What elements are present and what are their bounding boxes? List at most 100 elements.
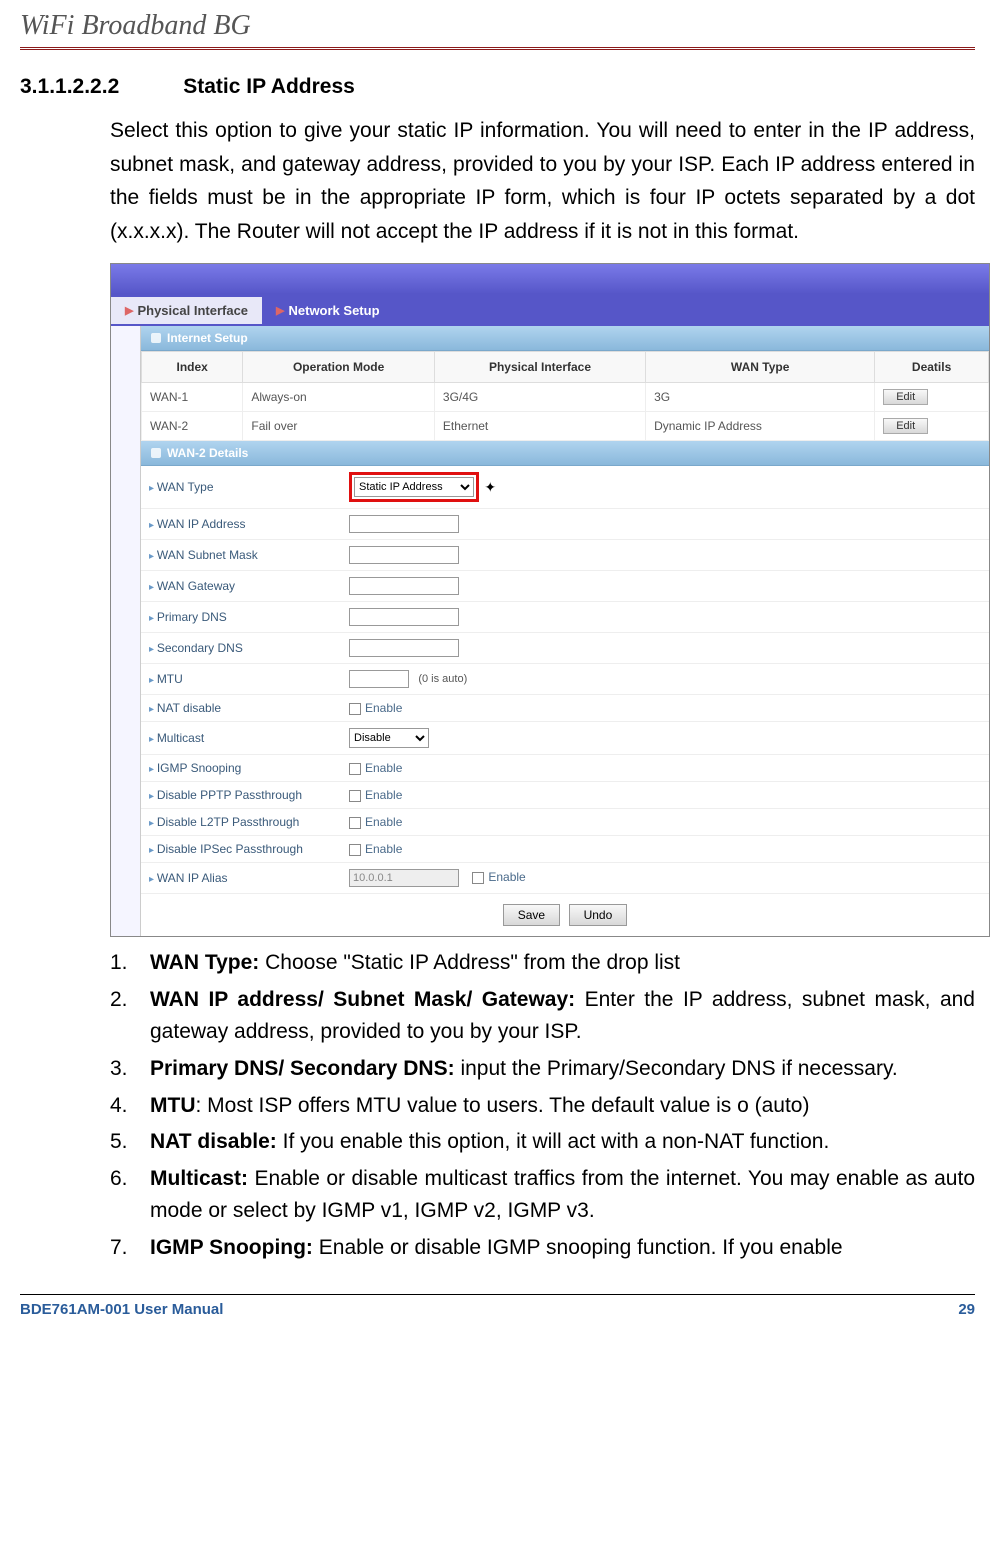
page-header: WiFi Broadband BG bbox=[20, 0, 975, 50]
l2tp-chk-label: Enable bbox=[365, 815, 402, 829]
ipsec-chk-label: Enable bbox=[365, 842, 402, 856]
list-bold: NAT disable: bbox=[150, 1130, 277, 1153]
list-item: 3. Primary DNS/ Secondary DNS: input the… bbox=[110, 1053, 975, 1086]
col-wan-type: WAN Type bbox=[646, 352, 875, 383]
mtu-input[interactable] bbox=[349, 670, 409, 688]
col-phy-interface: Physical Interface bbox=[434, 352, 645, 383]
table-row: WAN-2 Fail over Ethernet Dynamic IP Addr… bbox=[142, 412, 989, 441]
cell-phy: 3G/4G bbox=[434, 383, 645, 412]
field-label-subnet: WAN Subnet Mask bbox=[141, 540, 341, 571]
tab-arrow-icon: ▶ bbox=[276, 304, 284, 317]
header-title: WiFi Broadband BG bbox=[20, 10, 251, 42]
subnet-mask-input[interactable] bbox=[349, 546, 459, 564]
list-text: If you enable this option, it will act w… bbox=[277, 1130, 830, 1153]
list-item: 1. WAN Type: Choose "Static IP Address" … bbox=[110, 947, 975, 980]
edit-button[interactable]: Edit bbox=[883, 389, 928, 405]
field-label-wan-alias: WAN IP Alias bbox=[141, 863, 341, 894]
section-title: Static IP Address bbox=[183, 75, 355, 98]
save-button[interactable]: Save bbox=[503, 904, 560, 926]
list-number: 4. bbox=[110, 1090, 150, 1123]
list-text: Enable or disable IGMP snooping function… bbox=[313, 1236, 843, 1259]
cell-op: Fail over bbox=[243, 412, 435, 441]
alias-checkbox[interactable] bbox=[472, 872, 484, 884]
tab-network-setup[interactable]: ▶ Network Setup bbox=[262, 297, 393, 324]
col-index: Index bbox=[142, 352, 243, 383]
list-bold: Primary DNS/ Secondary DNS: bbox=[150, 1057, 455, 1080]
pptp-chk-label: Enable bbox=[365, 788, 402, 802]
gateway-input[interactable] bbox=[349, 577, 459, 595]
internet-setup-label: Internet Setup bbox=[167, 331, 248, 345]
list-number: 2. bbox=[110, 984, 150, 1049]
field-label-multicast: Multicast bbox=[141, 722, 341, 755]
field-label-gateway: WAN Gateway bbox=[141, 571, 341, 602]
cell-phy: Ethernet bbox=[434, 412, 645, 441]
table-row: WAN-1 Always-on 3G/4G 3G Edit bbox=[142, 383, 989, 412]
edit-button[interactable]: Edit bbox=[883, 418, 928, 434]
intro-paragraph: Select this option to give your static I… bbox=[110, 114, 975, 248]
tab-arrow-icon: ▶ bbox=[125, 304, 133, 317]
page-footer: BDE761AM-001 User Manual 29 bbox=[20, 1294, 975, 1324]
list-bold: WAN IP address/ Subnet Mask/ Gateway: bbox=[150, 988, 575, 1011]
field-label-ipsec: Disable IPSec Passthrough bbox=[141, 836, 341, 863]
list-number: 7. bbox=[110, 1232, 150, 1265]
secondary-dns-input[interactable] bbox=[349, 639, 459, 657]
mtu-note: (0 is auto) bbox=[418, 673, 467, 685]
cursor-icon: ✦ bbox=[484, 479, 496, 496]
cell-wan: 3G bbox=[646, 383, 875, 412]
table-header-row: Index Operation Mode Physical Interface … bbox=[142, 352, 989, 383]
panel-icon bbox=[151, 333, 161, 343]
list-bold: IGMP Snooping: bbox=[150, 1236, 313, 1259]
tab-physical-label: Physical Interface bbox=[137, 303, 248, 318]
left-sidebar bbox=[111, 326, 141, 936]
main-panel: Internet Setup Index Operation Mode Phys… bbox=[141, 326, 989, 936]
internet-setup-header: Internet Setup bbox=[141, 326, 989, 351]
wan-alias-input[interactable] bbox=[349, 869, 459, 887]
field-label-wan-ip: WAN IP Address bbox=[141, 509, 341, 540]
undo-button[interactable]: Undo bbox=[569, 904, 628, 926]
cell-index: WAN-2 bbox=[142, 412, 243, 441]
cell-wan: Dynamic IP Address bbox=[646, 412, 875, 441]
list-number: 3. bbox=[110, 1053, 150, 1086]
list-item: 5. NAT disable: If you enable this optio… bbox=[110, 1126, 975, 1159]
list-item: 4. MTU: Most ISP offers MTU value to use… bbox=[110, 1090, 975, 1123]
list-text: input the Primary/Secondary DNS if neces… bbox=[455, 1057, 898, 1080]
section-number: 3.1.1.2.2.2 bbox=[20, 75, 119, 98]
tab-physical-interface[interactable]: ▶ Physical Interface bbox=[111, 297, 262, 324]
l2tp-checkbox[interactable] bbox=[349, 817, 361, 829]
alias-chk-label: Enable bbox=[488, 870, 525, 884]
col-details: Deatils bbox=[875, 352, 989, 383]
igmp-checkbox[interactable] bbox=[349, 763, 361, 775]
wan-type-highlight: Static IP Address bbox=[349, 472, 479, 502]
list-bold: Multicast: bbox=[150, 1167, 248, 1190]
list-bold: MTU bbox=[150, 1094, 196, 1117]
section-heading: 3.1.1.2.2.2 Static IP Address bbox=[20, 75, 975, 99]
router-screenshot: ▶ Physical Interface ▶ Network Setup Int… bbox=[110, 263, 990, 937]
field-label-l2tp: Disable L2TP Passthrough bbox=[141, 809, 341, 836]
wan-summary-table: Index Operation Mode Physical Interface … bbox=[141, 351, 989, 441]
list-number: 1. bbox=[110, 947, 150, 980]
nat-checkbox[interactable] bbox=[349, 703, 361, 715]
primary-dns-input[interactable] bbox=[349, 608, 459, 626]
list-number: 5. bbox=[110, 1126, 150, 1159]
panel-icon bbox=[151, 448, 161, 458]
tab-network-label: Network Setup bbox=[289, 303, 380, 318]
pptp-checkbox[interactable] bbox=[349, 790, 361, 802]
field-label-mtu: MTU bbox=[141, 664, 341, 695]
multicast-select[interactable]: Disable bbox=[349, 728, 429, 748]
wan2-detail-table: WAN Type Static IP Address ✦ WAN IP Addr… bbox=[141, 466, 989, 894]
instruction-list: 1. WAN Type: Choose "Static IP Address" … bbox=[110, 947, 975, 1264]
footer-left: BDE761AM-001 User Manual bbox=[20, 1301, 223, 1318]
wan-ip-input[interactable] bbox=[349, 515, 459, 533]
window-top-bar bbox=[111, 264, 989, 294]
wan-type-select[interactable]: Static IP Address bbox=[354, 477, 474, 497]
list-text: Enable or disable multicast traffics fro… bbox=[150, 1167, 975, 1223]
ipsec-checkbox[interactable] bbox=[349, 844, 361, 856]
list-item: 6. Multicast: Enable or disable multicas… bbox=[110, 1163, 975, 1228]
list-item: 7. IGMP Snooping: Enable or disable IGMP… bbox=[110, 1232, 975, 1265]
field-label-secondary-dns: Secondary DNS bbox=[141, 633, 341, 664]
list-text: Choose "Static IP Address" from the drop… bbox=[259, 951, 680, 974]
field-label-pptp: Disable PPTP Passthrough bbox=[141, 782, 341, 809]
cell-index: WAN-1 bbox=[142, 383, 243, 412]
list-number: 6. bbox=[110, 1163, 150, 1228]
tab-bar: ▶ Physical Interface ▶ Network Setup bbox=[111, 294, 989, 326]
